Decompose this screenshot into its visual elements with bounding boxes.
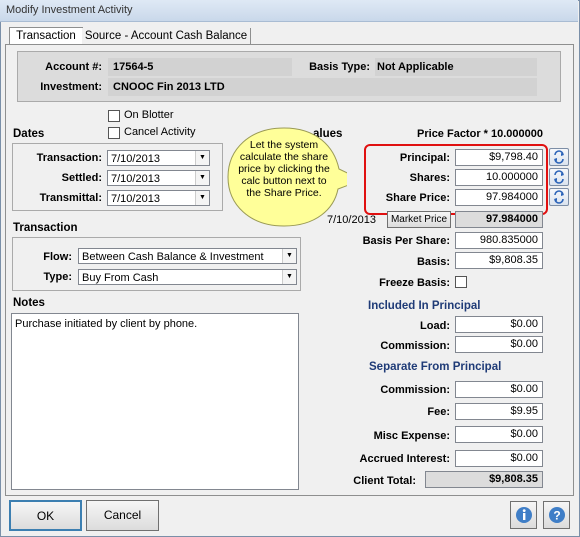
market-price-value: 97.984000 <box>455 211 543 228</box>
highlight-box <box>364 144 548 215</box>
account-label: Account #: <box>45 61 102 73</box>
chevron-down-icon[interactable]: ▼ <box>195 171 209 185</box>
flow-label: Flow: <box>43 251 72 263</box>
calc-icon <box>554 190 564 204</box>
misc-expense-label: Misc Expense: <box>373 430 450 442</box>
investment-label: Investment: <box>40 81 102 93</box>
help-button[interactable]: ? <box>543 501 570 529</box>
calc-icon <box>554 170 564 184</box>
load-field[interactable]: $0.00 <box>455 316 543 333</box>
info-button[interactable] <box>510 501 537 529</box>
title-bar: Modify Investment Activity <box>0 0 578 22</box>
basis-per-share-label: Basis Per Share: <box>362 235 450 247</box>
on-blotter-label: On Blotter <box>124 109 174 121</box>
tab-divider <box>250 29 251 44</box>
fee-field[interactable]: $9.95 <box>455 403 543 420</box>
type-label: Type: <box>43 271 72 283</box>
notes-textarea[interactable]: Purchase initiated by client by phone. <box>11 313 299 490</box>
transaction-date-label: Transaction: <box>36 152 102 164</box>
calc-icon <box>554 150 564 164</box>
accrued-interest-field[interactable]: $0.00 <box>455 450 543 467</box>
separate-heading: Separate From Principal <box>369 361 502 373</box>
transaction-date-value: 7/10/2013 <box>111 153 160 165</box>
window-title: Modify Investment Activity <box>6 4 133 16</box>
notes-heading: Notes <box>13 297 45 309</box>
info-icon <box>516 507 532 523</box>
cancel-button[interactable]: Cancel <box>86 500 159 531</box>
basis-label: Basis: <box>416 256 450 268</box>
cancel-activity-label: Cancel Activity <box>124 126 196 138</box>
flow-value: Between Cash Balance & Investment <box>82 251 264 263</box>
client-total-value: $9,808.35 <box>425 471 543 488</box>
settled-date-value: 7/10/2013 <box>111 173 160 185</box>
type-select[interactable]: Buy From Cash ▼ <box>78 269 297 285</box>
transaction-date-picker[interactable]: 7/10/2013 ▼ <box>107 150 210 166</box>
shares-calc-button[interactable] <box>549 168 569 186</box>
flow-select[interactable]: Between Cash Balance & Investment ▼ <box>78 248 297 264</box>
account-value: 17564-5 <box>113 61 154 73</box>
settled-date-label: Settled: <box>61 172 102 184</box>
tab-source[interactable]: Source - Account Cash Balance <box>82 28 251 44</box>
sep-commission-field[interactable]: $0.00 <box>455 381 543 398</box>
settled-date-picker[interactable]: 7/10/2013 ▼ <box>107 170 210 186</box>
freeze-basis-checkbox[interactable] <box>455 276 467 288</box>
basis-type-label: Basis Type: <box>309 61 370 73</box>
included-heading: Included In Principal <box>368 300 481 312</box>
on-blotter-checkbox[interactable] <box>108 110 120 122</box>
sep-commission-label: Commission: <box>380 384 450 396</box>
type-value: Buy From Cash <box>82 272 159 284</box>
principal-calc-button[interactable] <box>549 148 569 166</box>
freeze-basis-label: Freeze Basis: <box>379 277 450 289</box>
transmittal-date-picker[interactable]: 7/10/2013 ▼ <box>107 190 210 206</box>
chevron-down-icon[interactable]: ▼ <box>282 270 296 284</box>
svg-text:?: ? <box>553 509 560 523</box>
investment-value: CNOOC Fin 2013 LTD <box>113 81 225 93</box>
client-total-label: Client Total: <box>353 475 416 487</box>
dates-heading: Dates <box>13 128 45 140</box>
basis-field[interactable]: $9,808.35 <box>455 252 543 269</box>
misc-expense-field[interactable]: $0.00 <box>455 426 543 443</box>
callout-text: Let the system calculate the share price… <box>238 139 330 199</box>
basis-per-share-field[interactable]: 980.835000 <box>455 232 543 249</box>
share-price-calc-button[interactable] <box>549 188 569 206</box>
help-icon: ? <box>549 507 565 523</box>
chevron-down-icon[interactable]: ▼ <box>282 249 296 263</box>
basis-type-value: Not Applicable <box>377 61 454 73</box>
chevron-down-icon[interactable]: ▼ <box>195 151 209 165</box>
cancel-activity-checkbox[interactable] <box>108 127 120 139</box>
market-price-button[interactable]: Market Price <box>387 211 451 228</box>
commission-field[interactable]: $0.00 <box>455 336 543 353</box>
accrued-interest-label: Accrued Interest: <box>359 453 450 465</box>
tab-transaction[interactable]: Transaction <box>9 27 83 45</box>
transaction-heading: Transaction <box>13 222 78 234</box>
ok-button[interactable]: OK <box>9 500 82 531</box>
chevron-down-icon[interactable]: ▼ <box>195 191 209 205</box>
load-label: Load: <box>420 320 450 332</box>
transmittal-date-value: 7/10/2013 <box>111 193 160 205</box>
commission-label: Commission: <box>380 340 450 352</box>
fee-label: Fee: <box>427 406 450 418</box>
transmittal-date-label: Transmittal: <box>39 192 102 204</box>
price-factor: Price Factor * 10.000000 <box>417 128 543 140</box>
